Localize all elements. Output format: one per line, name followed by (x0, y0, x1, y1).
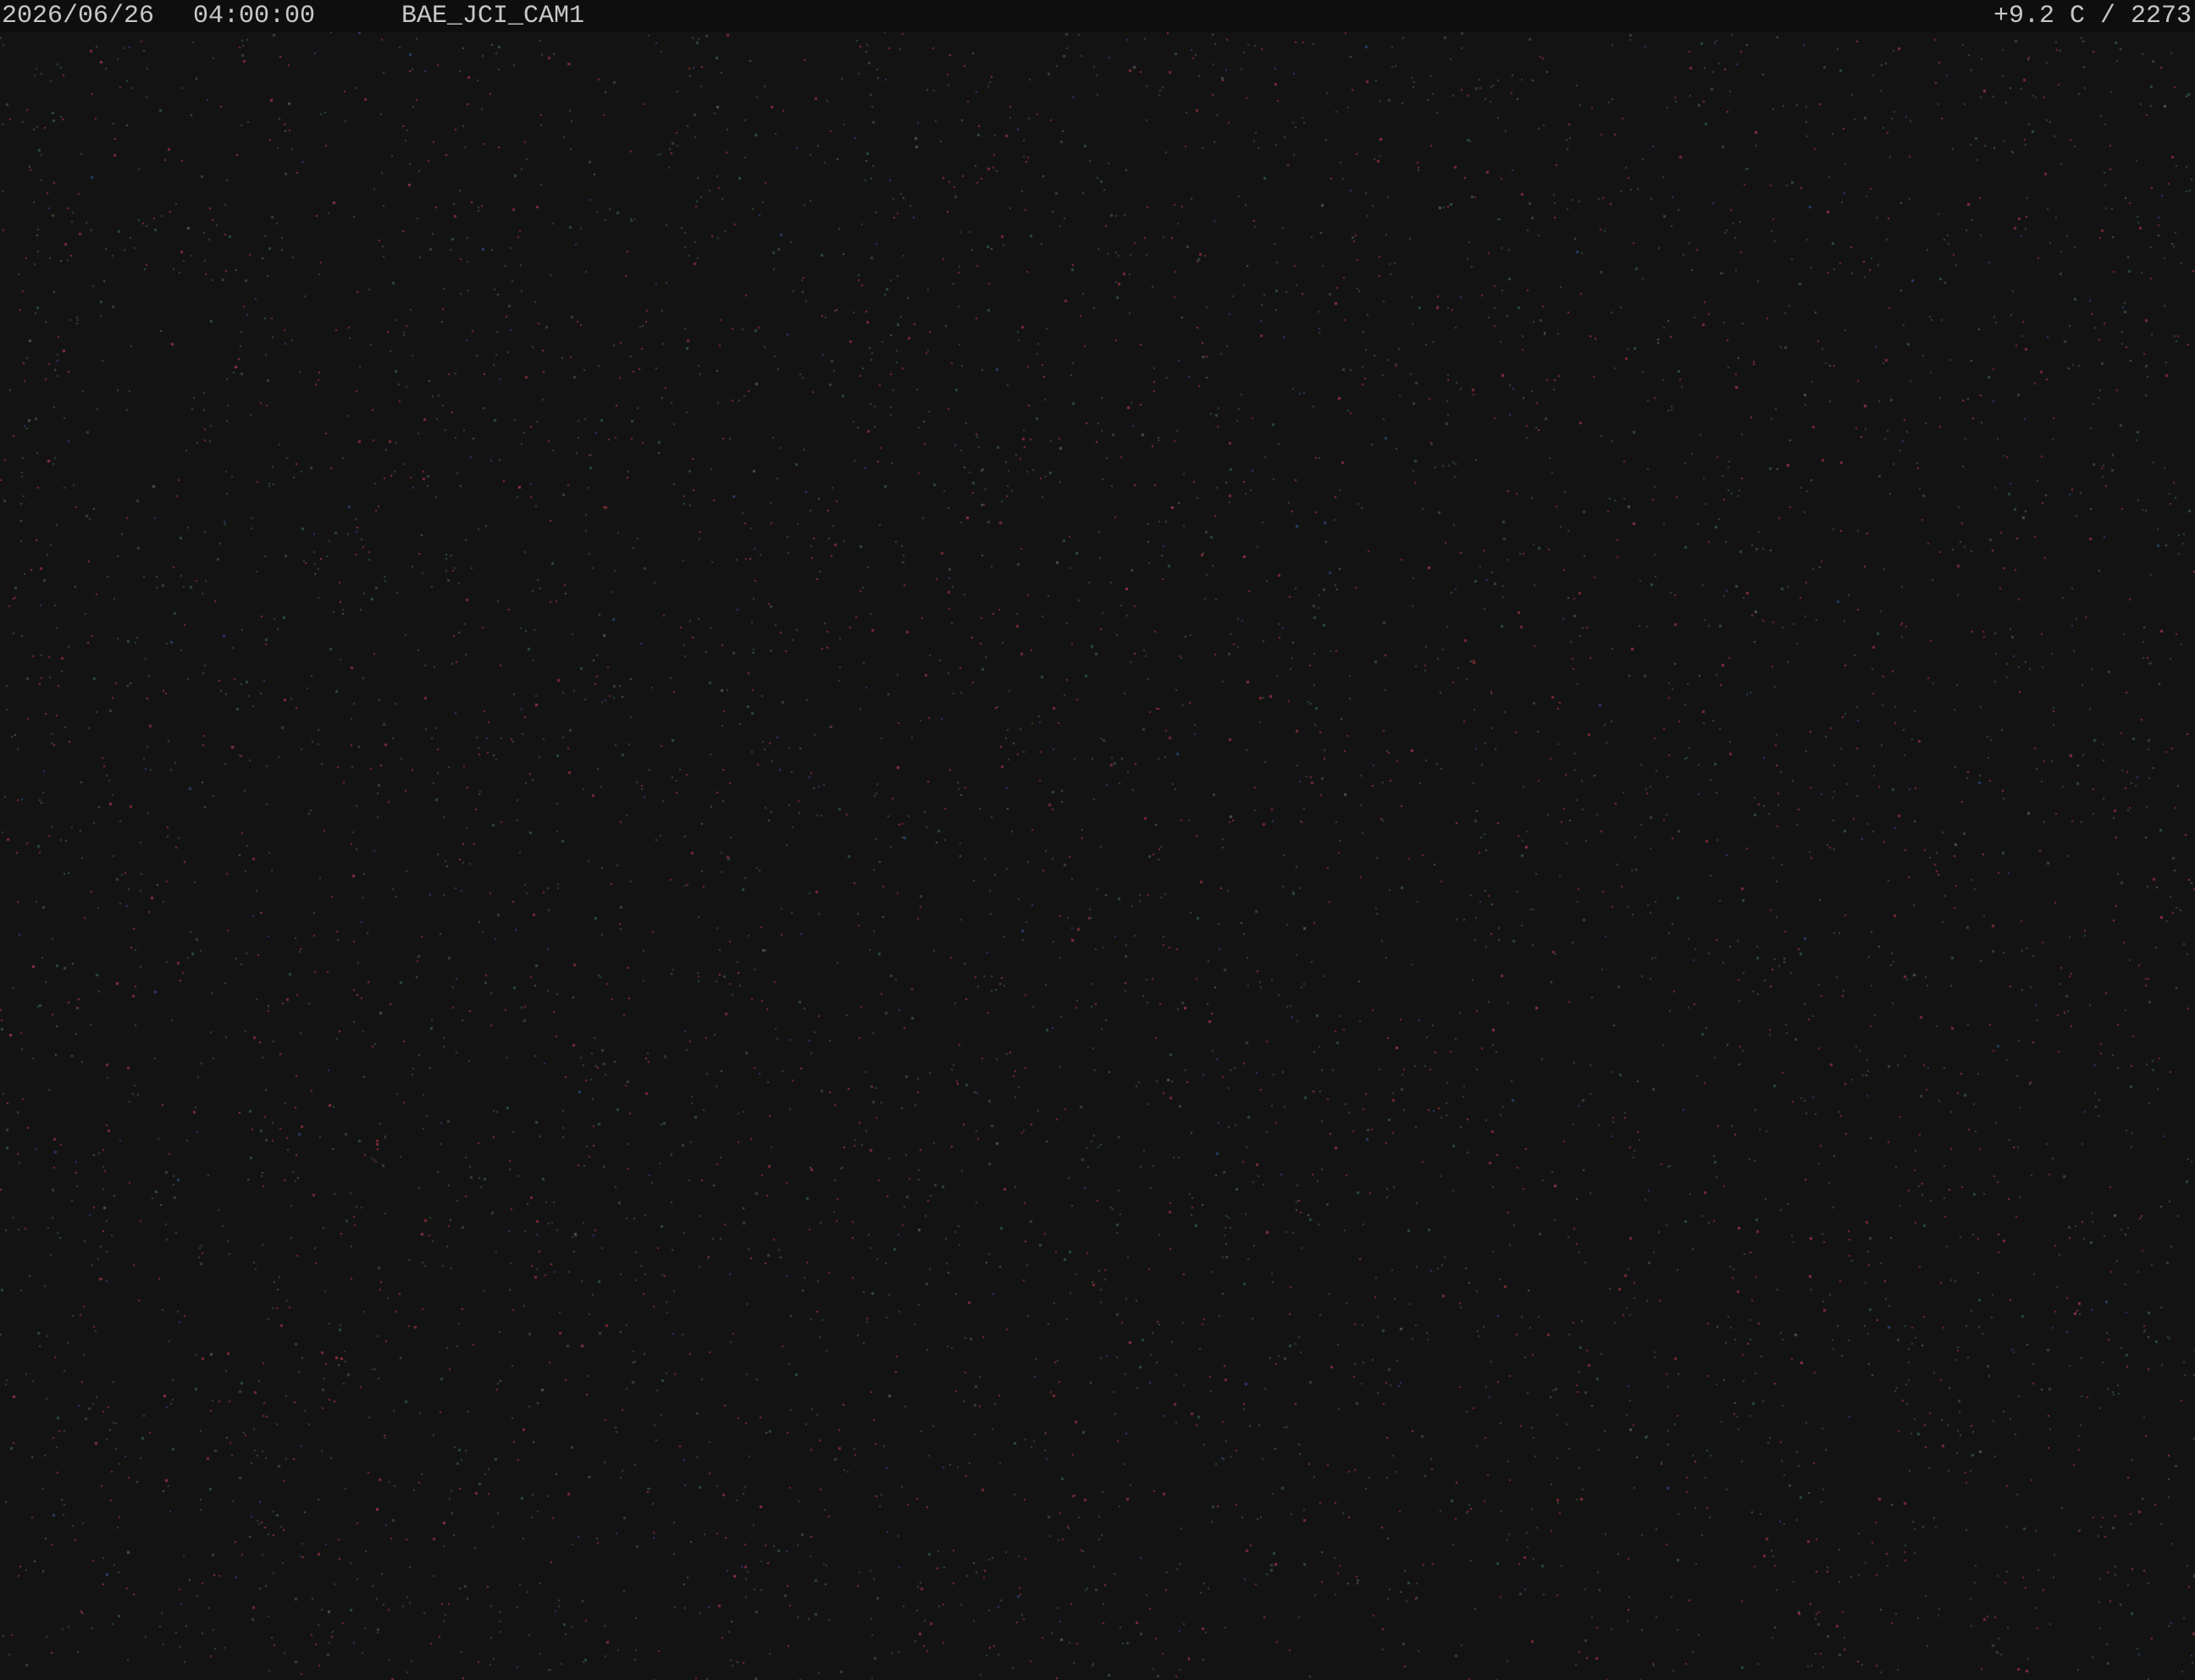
camera-frame: 2026/06/26 04:00:00 BAE_JCI_CAM1 +9.2 C … (0, 0, 2195, 1680)
overlay-camera-name: BAE_JCI_CAM1 (401, 2, 585, 30)
night-sky-image (0, 0, 2195, 1680)
timestamp-overlay-bar: 2026/06/26 04:00:00 BAE_JCI_CAM1 +9.2 C … (0, 0, 2195, 32)
overlay-date: 2026/06/26 (2, 2, 155, 30)
overlay-time: 04:00:00 (193, 2, 316, 30)
overlay-temperature-stats: +9.2 C / 2273 (1993, 2, 2192, 30)
